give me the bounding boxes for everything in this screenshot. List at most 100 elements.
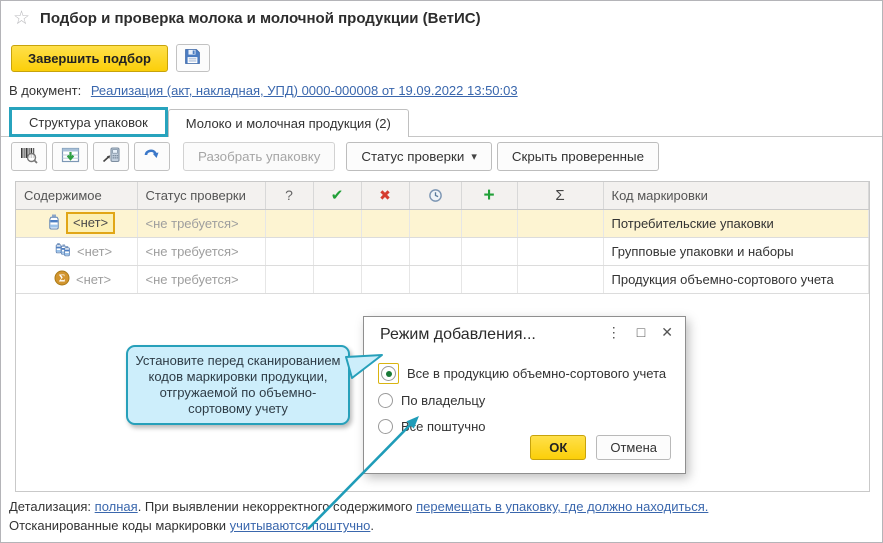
rejected-cell[interactable] <box>361 237 409 265</box>
load-table-button[interactable] <box>52 142 88 171</box>
green-check-icon: ✔ <box>331 187 344 204</box>
refresh-arrow-icon <box>143 147 161 166</box>
focused-cell-value[interactable]: <нет> <box>66 212 115 234</box>
chevron-down-icon: ▾ <box>471 150 477 163</box>
footer-text: Отсканированные коды маркировки <box>9 518 230 533</box>
hide-checked-button[interactable]: Скрыть проверенные <box>497 142 659 171</box>
checked-cell[interactable] <box>313 265 361 293</box>
maximize-icon[interactable]: □ <box>637 325 645 339</box>
barcode-scan-icon <box>19 146 39 167</box>
clock-icon <box>428 187 443 202</box>
marking-cell[interactable]: Групповые упаковки и наборы <box>603 237 869 265</box>
table-row-volume-accounting[interactable]: Σ <нет> <не требуется> Продукция объемно… <box>16 265 869 293</box>
grid-toolbar: Разобрать упаковку Статус проверки ▾ Скр… <box>11 142 659 171</box>
status-cell[interactable]: <не требуется> <box>137 237 265 265</box>
tab-label: Структура упаковок <box>29 115 148 130</box>
checked-cell[interactable] <box>313 237 361 265</box>
disassemble-package-button[interactable]: Разобрать упаковку <box>183 142 335 171</box>
footer-line-1: Детализация: полная. При выявлении некор… <box>9 497 869 516</box>
column-header-checked[interactable]: ✔ <box>313 182 361 209</box>
finish-selection-button[interactable]: Завершить подбор <box>11 45 168 72</box>
question-cell[interactable] <box>265 237 313 265</box>
question-cell[interactable] <box>265 265 313 293</box>
cancel-button[interactable]: Отмена <box>596 435 671 460</box>
count-per-piece-link[interactable]: учитываются поштучно <box>230 518 371 533</box>
radio-option-per-piece[interactable]: Все поштучно <box>378 419 486 434</box>
radio-unselected[interactable] <box>378 419 393 434</box>
page-title: Подбор и проверка молока и молочной прод… <box>40 10 481 27</box>
table-row-consumer-packages[interactable]: <нет> <не требуется> Потребительские упа… <box>16 209 869 237</box>
status-filter-dropdown[interactable]: Статус проверки ▾ <box>346 142 491 171</box>
refresh-button[interactable] <box>134 142 170 171</box>
pending-cell[interactable] <box>409 209 461 237</box>
detail-level-link[interactable]: полная <box>95 499 138 514</box>
kebab-menu-icon[interactable]: ⋮ <box>607 325 621 339</box>
status-filter-label: Статус проверки <box>361 149 464 164</box>
svg-text:Σ: Σ <box>59 273 66 284</box>
radio-option-volume-accounting[interactable]: Все в продукцию объемно-сортового учета <box>378 363 666 384</box>
bottle-icon <box>48 214 60 233</box>
document-label: В документ: <box>9 83 81 98</box>
content-cell-value[interactable]: <нет> <box>77 244 112 259</box>
added-cell[interactable] <box>461 237 517 265</box>
sigma-icon: Σ <box>555 187 564 204</box>
sum-cell[interactable] <box>517 265 603 293</box>
save-button[interactable] <box>176 44 210 72</box>
red-cross-icon: ✖ <box>379 187 391 203</box>
scan-barcode-button[interactable] <box>11 142 47 171</box>
tab-bar: Структура упаковок Молоко и молочная про… <box>1 108 882 137</box>
marking-cell[interactable]: Потребительские упаковки <box>603 209 869 237</box>
added-cell[interactable] <box>461 209 517 237</box>
radio-label: Все поштучно <box>401 419 486 434</box>
added-cell[interactable] <box>461 265 517 293</box>
bottles-group-icon <box>54 242 71 261</box>
callout-tail-pointer <box>343 348 385 384</box>
dialog-buttons: ОК Отмена <box>530 435 671 460</box>
column-header-added[interactable]: + <box>461 182 517 209</box>
sum-cell[interactable] <box>517 209 603 237</box>
footer-text: . При выявлении некорректного содержимог… <box>138 499 416 514</box>
rejected-cell[interactable] <box>361 265 409 293</box>
detail-label: Детализация: <box>9 499 95 514</box>
tab-package-structure[interactable]: Структура упаковок <box>9 107 168 137</box>
table-row-group-packages[interactable]: <нет> <не требуется> Групповые упаковки … <box>16 237 869 265</box>
close-icon[interactable]: ✕ <box>661 325 673 339</box>
column-header-marking[interactable]: Код маркировки <box>603 182 869 209</box>
footer-settings: Детализация: полная. При выявлении некор… <box>9 497 869 535</box>
sum-badge-icon: Σ <box>54 270 70 289</box>
status-cell[interactable]: <не требуется> <box>137 265 265 293</box>
pending-cell[interactable] <box>409 265 461 293</box>
document-link[interactable]: Реализация (акт, накладная, УПД) 0000-00… <box>91 83 518 98</box>
tab-milk-products[interactable]: Молоко и молочная продукция (2) <box>168 109 409 137</box>
column-header-status[interactable]: Статус проверки <box>137 182 265 209</box>
data-terminal-button[interactable] <box>93 142 129 171</box>
document-line: В документ: Реализация (акт, накладная, … <box>9 83 518 98</box>
status-cell[interactable]: <не требуется> <box>137 209 265 237</box>
question-mark-icon: ? <box>285 187 293 203</box>
ok-button[interactable]: ОК <box>530 435 586 460</box>
radio-label: Все в продукцию объемно-сортового учета <box>407 366 666 381</box>
rejected-cell[interactable] <box>361 209 409 237</box>
pending-cell[interactable] <box>409 237 461 265</box>
data-terminal-icon <box>102 146 121 167</box>
footer-line-2: Отсканированные коды маркировки учитываю… <box>9 516 869 535</box>
hint-callout: Установите перед сканированием кодов мар… <box>126 345 350 425</box>
checked-cell[interactable] <box>313 209 361 237</box>
question-cell[interactable] <box>265 209 313 237</box>
favorite-star-icon[interactable]: ☆ <box>13 9 30 28</box>
footer-text: . <box>370 518 374 533</box>
column-header-pending[interactable] <box>409 182 461 209</box>
top-actions: Завершить подбор <box>11 44 210 72</box>
title-bar: ☆ Подбор и проверка молока и молочной пр… <box>13 9 481 28</box>
column-header-rejected[interactable]: ✖ <box>361 182 409 209</box>
marking-cell[interactable]: Продукция объемно-сортового учета <box>603 265 869 293</box>
column-header-question[interactable]: ? <box>265 182 313 209</box>
move-to-package-link[interactable]: перемещать в упаковку, где должно находи… <box>416 499 708 514</box>
column-header-sum[interactable]: Σ <box>517 182 603 209</box>
tab-label: Молоко и молочная продукция (2) <box>186 116 391 131</box>
radio-option-by-owner[interactable]: По владельцу <box>378 393 485 408</box>
sum-cell[interactable] <box>517 237 603 265</box>
radio-unselected[interactable] <box>378 393 393 408</box>
column-header-content[interactable]: Содержимое <box>16 182 137 209</box>
content-cell-value[interactable]: <нет> <box>76 272 111 287</box>
